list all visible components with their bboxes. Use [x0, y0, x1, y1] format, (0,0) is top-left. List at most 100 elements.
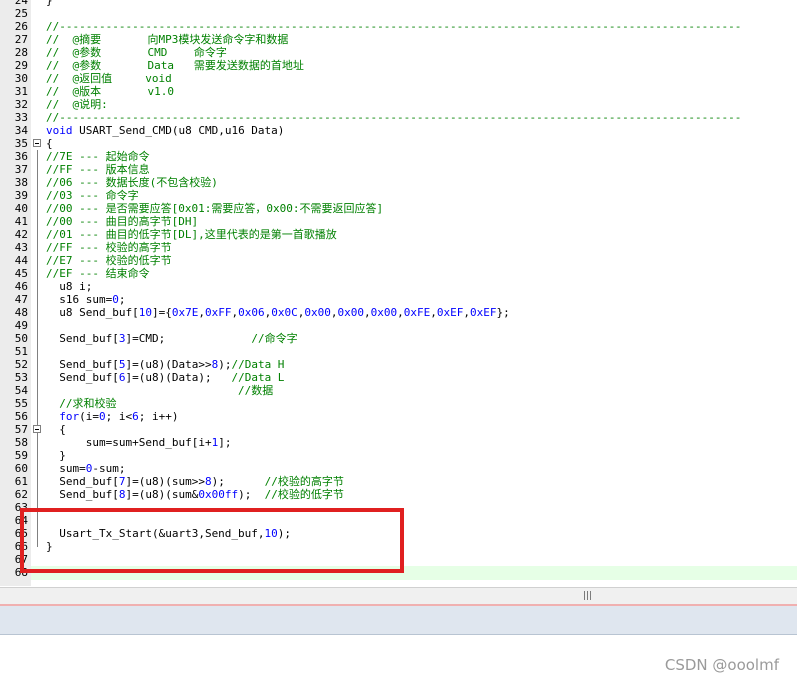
- code-text: //FF --- 版本信息: [46, 163, 150, 176]
- line-number: 35: [14, 137, 28, 150]
- line-number: 54: [14, 384, 28, 397]
- code-line[interactable]: 33 //------------------------------------…: [0, 111, 797, 124]
- horizontal-scrollbar[interactable]: |||: [0, 587, 797, 605]
- line-number: 34: [14, 124, 28, 137]
- code-text: //03 --- 命令字: [46, 189, 139, 202]
- code-text: //--------------------------------------…: [46, 20, 742, 33]
- code-line[interactable]: 26 //------------------------------------…: [0, 20, 797, 33]
- line-number: 38: [14, 176, 28, 189]
- code-line[interactable]: 32 // @说明:: [0, 98, 797, 111]
- line-number: 24: [14, 0, 28, 7]
- line-number: 46: [14, 280, 28, 293]
- code-text: Send_buf[6]=(u8)(Data); //Data L: [46, 371, 285, 384]
- code-text: // @版本 v1.0: [46, 85, 174, 98]
- line-number: 27: [14, 33, 28, 46]
- line-number: 56: [14, 410, 28, 423]
- line-number: 42: [14, 228, 28, 241]
- line-number: 60: [14, 462, 28, 475]
- code-text: }: [46, 0, 53, 7]
- code-text: //--------------------------------------…: [46, 111, 742, 124]
- code-text: {: [46, 423, 66, 436]
- line-number: 39: [14, 189, 28, 202]
- code-line[interactable]: 49: [0, 319, 797, 332]
- code-line[interactable]: 37 //FF --- 版本信息: [0, 163, 797, 176]
- code-line[interactable]: 27 // @摘要 向MP3模块发送命令字和数据: [0, 33, 797, 46]
- code-text: Send_buf[3]=CMD; //命令字: [46, 332, 298, 345]
- code-line[interactable]: 54 //数据: [0, 384, 797, 397]
- code-line[interactable]: 47 s16 sum=0;: [0, 293, 797, 306]
- code-text: sum=sum+Send_buf[i+1];: [46, 436, 232, 449]
- line-number: 48: [14, 306, 28, 319]
- line-number: 33: [14, 111, 28, 124]
- code-line[interactable]: 58 sum=sum+Send_buf[i+1];: [0, 436, 797, 449]
- line-number: 45: [14, 267, 28, 280]
- code-line[interactable]: 59 }: [0, 449, 797, 462]
- code-line[interactable]: 48 u8 Send_buf[10]={0x7E,0xFF,0x06,0x0C,…: [0, 306, 797, 319]
- line-number: 61: [14, 475, 28, 488]
- code-text: u8 Send_buf[10]={0x7E,0xFF,0x06,0x0C,0x0…: [46, 306, 510, 319]
- code-line[interactable]: 62 Send_buf[8]=(u8)(sum&0x00ff); //校验的低字…: [0, 488, 797, 501]
- code-line[interactable]: 44 //E7 --- 校验的低字节: [0, 254, 797, 267]
- line-number: 58: [14, 436, 28, 449]
- line-number: 25: [14, 7, 28, 20]
- code-line[interactable]: 45 //EF --- 结束命令: [0, 267, 797, 280]
- watermark: CSDN @ooolmf: [664, 656, 779, 674]
- line-number: 26: [14, 20, 28, 33]
- code-line[interactable]: 39 //03 --- 命令字: [0, 189, 797, 202]
- line-number: 41: [14, 215, 28, 228]
- line-number: 40: [14, 202, 28, 215]
- line-number: 28: [14, 46, 28, 59]
- line-number: 32: [14, 98, 28, 111]
- code-text: }: [46, 449, 66, 462]
- code-line[interactable]: 30 // @返回值 void: [0, 72, 797, 85]
- line-number: 47: [14, 293, 28, 306]
- code-line[interactable]: 38 //06 --- 数据长度(不包含校验): [0, 176, 797, 189]
- line-number: 30: [14, 72, 28, 85]
- line-number: 44: [14, 254, 28, 267]
- code-line[interactable]: 55 //求和校验: [0, 397, 797, 410]
- code-line[interactable]: 56 for(i=0; i<6; i++): [0, 410, 797, 423]
- code-line[interactable]: 29 // @参数 Data 需要发送数据的首地址: [0, 59, 797, 72]
- line-number: 55: [14, 397, 28, 410]
- code-line[interactable]: 36 //7E --- 起始命令: [0, 150, 797, 163]
- line-number: 52: [14, 358, 28, 371]
- code-line[interactable]: 40 //00 --- 是否需要应答[0x01:需要应答，0x00:不需要返回应答…: [0, 202, 797, 215]
- line-number: 36: [14, 150, 28, 163]
- code-line[interactable]: 60 sum=0-sum;: [0, 462, 797, 475]
- code-text: //00 --- 曲目的高字节[DH]: [46, 215, 199, 228]
- code-line[interactable]: 57 {: [0, 423, 797, 436]
- line-number: 50: [14, 332, 28, 345]
- code-text: //求和校验: [46, 397, 117, 410]
- code-line[interactable]: 41 //00 --- 曲目的高字节[DH]: [0, 215, 797, 228]
- code-line[interactable]: 34 void USART_Send_CMD(u8 CMD,u16 Data): [0, 124, 797, 137]
- output-panel[interactable]: [0, 606, 797, 635]
- code-text: // @说明:: [46, 98, 108, 111]
- line-number: 29: [14, 59, 28, 72]
- line-number: 49: [14, 319, 28, 332]
- scrollbar-grip-icon[interactable]: |||: [583, 591, 592, 601]
- code-line[interactable]: 35 {: [0, 137, 797, 150]
- code-line[interactable]: 53 Send_buf[6]=(u8)(Data); //Data L: [0, 371, 797, 384]
- code-text: Send_buf[8]=(u8)(sum&0x00ff); //校验的低字节: [46, 488, 344, 501]
- code-text: //00 --- 是否需要应答[0x01:需要应答，0x00:不需要返回应答]: [46, 202, 384, 215]
- code-line[interactable]: 46 u8 i;: [0, 280, 797, 293]
- code-text: // @返回值 void: [46, 72, 172, 85]
- fold-toggle-icon[interactable]: [33, 425, 41, 433]
- code-line[interactable]: 50 Send_buf[3]=CMD; //命令字: [0, 332, 797, 345]
- code-line[interactable]: 43 //FF --- 校验的高字节: [0, 241, 797, 254]
- code-line[interactable]: 25: [0, 7, 797, 20]
- code-text: //7E --- 起始命令: [46, 150, 150, 163]
- code-line[interactable]: 24}: [0, 0, 797, 7]
- code-line[interactable]: 61 Send_buf[7]=(u8)(sum>>8); //校验的高字节: [0, 475, 797, 488]
- fold-toggle-icon[interactable]: [33, 139, 41, 147]
- code-line[interactable]: 31 // @版本 v1.0: [0, 85, 797, 98]
- code-editor[interactable]: 24} 25 26//-------------------------------…: [0, 0, 797, 586]
- code-line[interactable]: 28 // @参数 CMD 命令字: [0, 46, 797, 59]
- code-text: //01 --- 曲目的低字节[DL],这里代表的是第一首歌播放: [46, 228, 337, 241]
- code-line[interactable]: 51: [0, 345, 797, 358]
- code-line[interactable]: 52 Send_buf[5]=(u8)(Data>>8);//Data H: [0, 358, 797, 371]
- line-number: 53: [14, 371, 28, 384]
- line-number: 37: [14, 163, 28, 176]
- code-line[interactable]: 42 //01 --- 曲目的低字节[DL],这里代表的是第一首歌播放: [0, 228, 797, 241]
- code-text: //06 --- 数据长度(不包含校验): [46, 176, 218, 189]
